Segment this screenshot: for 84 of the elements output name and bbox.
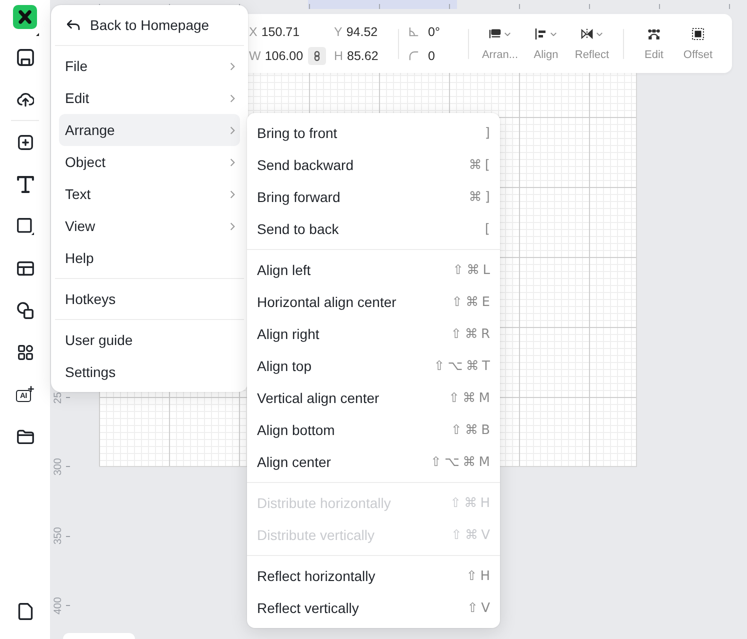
submenu-item[interactable]: Align center ⇧ ⌥ ⌘ M bbox=[247, 446, 500, 478]
ruler-label: 400 bbox=[53, 596, 63, 614]
ruler-label: 300 bbox=[53, 458, 63, 476]
x-field[interactable]: X 150.71 bbox=[249, 24, 300, 38]
submenu-item[interactable]: Reflect horizontally ⇧ H bbox=[247, 560, 500, 592]
chevron-down-icon bbox=[596, 32, 603, 36]
components-icon[interactable] bbox=[18, 344, 32, 360]
submenu-item[interactable]: Send backward ⌘ [ bbox=[247, 149, 500, 181]
chain-link-icon bbox=[314, 50, 320, 60]
add-square-icon[interactable] bbox=[18, 134, 32, 150]
submenu-item[interactable]: Align top ⇧ ⌥ ⌘ T bbox=[247, 350, 500, 382]
submenu-item[interactable]: Bring to front ] bbox=[247, 117, 500, 149]
y-field[interactable]: Y 94.52 bbox=[334, 24, 378, 38]
ruler-tick bbox=[66, 466, 70, 468]
sparkle-icon bbox=[28, 386, 34, 392]
ruler-tick bbox=[66, 605, 70, 606]
shortcut-hint: ⌘ [ bbox=[468, 158, 490, 172]
shortcut-hint: ⇧ ⌘ M bbox=[448, 390, 490, 406]
submenu-item[interactable]: Reflect vertically ⇧ V bbox=[247, 592, 500, 624]
folder-icon[interactable] bbox=[16, 428, 34, 444]
logo-icon[interactable] bbox=[13, 5, 37, 29]
shortcut-hint: ⇧ ⌘ E bbox=[452, 294, 490, 310]
chevron-right-icon bbox=[230, 222, 235, 230]
chevron-right-icon bbox=[230, 158, 235, 166]
menu-item[interactable]: Hotkeys bbox=[59, 283, 240, 315]
angle-icon bbox=[409, 26, 419, 36]
file-icon[interactable] bbox=[16, 602, 34, 620]
menu-item[interactable]: Object bbox=[59, 146, 240, 178]
menu-item[interactable]: File bbox=[59, 50, 240, 82]
corner-radius-field[interactable]: 0 bbox=[409, 46, 468, 64]
caret-icon[interactable] bbox=[36, 33, 39, 36]
submenu-item[interactable]: Align bottom ⇧ ⌘ B bbox=[247, 414, 500, 446]
menu-item[interactable]: Edit bbox=[59, 82, 240, 114]
aspect-lock-button[interactable] bbox=[308, 46, 326, 64]
shortcut-hint: ⇧ ⌘ V bbox=[450, 528, 490, 542]
submenu-item[interactable]: Send to back [ bbox=[247, 213, 500, 245]
menu-item[interactable]: Settings bbox=[59, 356, 240, 388]
submenu-item[interactable]: Horizontal align center ⇧ ⌘ E bbox=[247, 286, 500, 318]
shortcut-hint: ] bbox=[484, 126, 490, 140]
chevron-right-icon bbox=[230, 94, 235, 102]
shortcut-hint: [ bbox=[484, 222, 490, 236]
shapes-icon[interactable] bbox=[16, 302, 34, 318]
rectangle-tool-icon[interactable] bbox=[16, 218, 34, 234]
menu-item[interactable]: User guide bbox=[59, 324, 240, 356]
submenu-item[interactable]: Align left ⇧ ⌘ L bbox=[247, 254, 500, 286]
chevron-right-icon bbox=[230, 126, 235, 134]
submenu-item[interactable]: Vertical align center ⇧ ⌘ M bbox=[247, 382, 500, 414]
bezier-path-icon bbox=[648, 28, 660, 40]
shortcut-hint: ⇧ ⌥ ⌘ M bbox=[430, 454, 490, 470]
align-left-icon bbox=[535, 28, 547, 40]
width-field[interactable]: W 106.00 bbox=[249, 48, 304, 62]
ruler-tick bbox=[66, 397, 70, 398]
ruler-tick bbox=[66, 536, 70, 537]
layout-icon[interactable] bbox=[16, 260, 34, 276]
chevron-down-icon bbox=[550, 32, 557, 36]
back-arrow-icon bbox=[67, 20, 80, 30]
shortcut-hint: ⌘ ] bbox=[468, 190, 490, 204]
corner-radius-icon bbox=[409, 50, 419, 60]
text-tool-icon[interactable] bbox=[16, 176, 34, 192]
ruler-label: 25 bbox=[53, 392, 63, 404]
shortcut-hint: ⇧ V bbox=[467, 600, 490, 616]
menu-item[interactable]: Help bbox=[59, 242, 240, 274]
cloud-upload-icon[interactable] bbox=[16, 90, 34, 108]
submenu-item[interactable]: Bring forward ⌘ ] bbox=[247, 181, 500, 213]
layers-icon bbox=[489, 28, 501, 40]
height-field[interactable]: H 85.62 bbox=[334, 48, 378, 62]
submenu-item[interactable]: Align right ⇧ ⌘ R bbox=[247, 318, 500, 350]
shortcut-hint: ⇧ H bbox=[466, 568, 490, 584]
rotation-field[interactable]: 0° bbox=[409, 22, 468, 40]
shortcut-hint: ⇧ ⌥ ⌘ T bbox=[434, 358, 490, 374]
back-to-homepage-item[interactable]: Back to Homepage bbox=[59, 9, 240, 41]
chevron-right-icon bbox=[230, 190, 235, 198]
menu-item[interactable]: View bbox=[59, 210, 240, 242]
offset-icon bbox=[692, 28, 704, 40]
shortcut-hint: ⇧ ⌘ B bbox=[450, 422, 490, 438]
shortcut-hint: ⇧ ⌘ R bbox=[450, 326, 490, 342]
menu-item[interactable]: Arrange bbox=[59, 114, 240, 146]
menu-item[interactable]: Text bbox=[59, 178, 240, 210]
chevron-right-icon bbox=[230, 62, 235, 70]
reflect-icon bbox=[581, 28, 593, 40]
shortcut-hint: ⇧ ⌘ L bbox=[452, 262, 490, 278]
chevron-down-icon bbox=[504, 32, 511, 36]
shortcut-hint: ⇧ ⌘ H bbox=[450, 496, 490, 510]
ruler-label: 350 bbox=[53, 527, 63, 545]
